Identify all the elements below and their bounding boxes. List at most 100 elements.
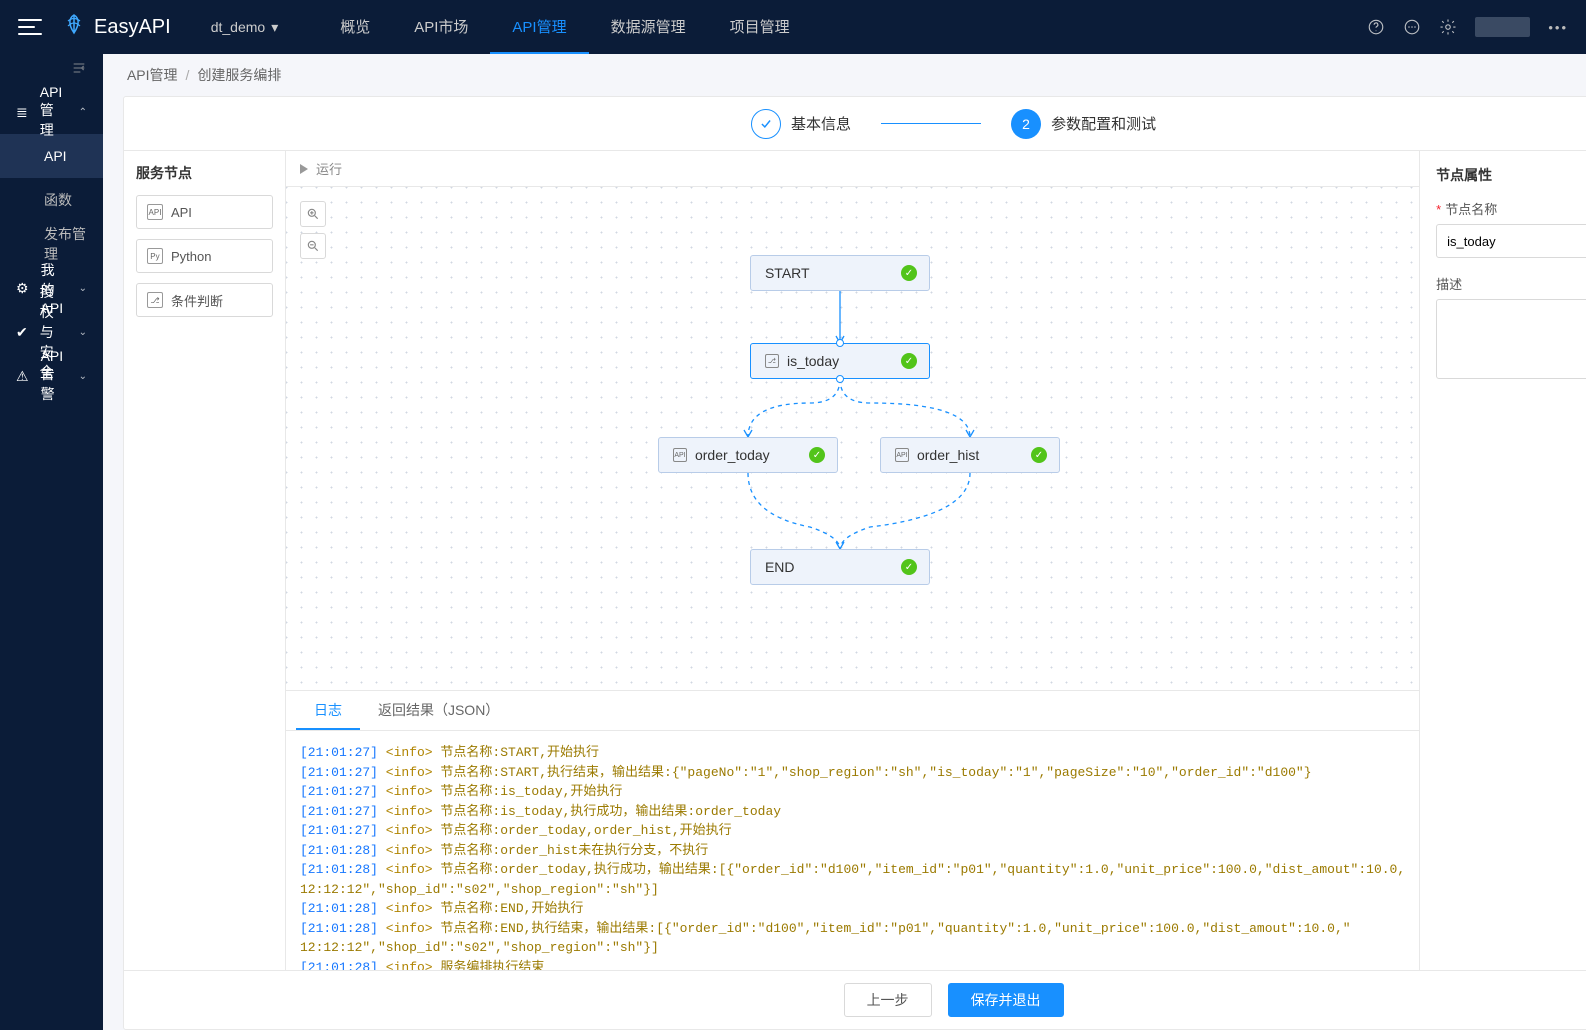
log-line-0: [21:01:27] <info> 节点名称:START,开始执行 bbox=[300, 743, 1405, 763]
brand-text: EasyAPI bbox=[94, 16, 171, 39]
check-icon bbox=[751, 109, 781, 139]
log-line-9: [21:01:28] <info> 服务编排执行结束 bbox=[300, 958, 1405, 971]
log-area[interactable]: [21:01:27] <info> 节点名称:START,开始执行[21:01:… bbox=[286, 731, 1419, 970]
breadcrumb-sep: / bbox=[186, 67, 190, 83]
bottom-tabs: 日志返回结果（JSON） bbox=[286, 691, 1419, 731]
brand: EasyAPI bbox=[62, 12, 171, 42]
branch-icon: ⎇ bbox=[147, 292, 163, 308]
chevron-down-icon: ⌄ bbox=[79, 327, 87, 338]
palette-item-2[interactable]: ⎇条件判断 bbox=[136, 283, 273, 317]
step-divider bbox=[881, 123, 981, 124]
breadcrumb-root[interactable]: API管理 bbox=[127, 65, 178, 85]
workspace: 服务节点 APIAPIPyPython⎇条件判断 运行 bbox=[124, 151, 1586, 971]
nav-tab-4[interactable]: 项目管理 bbox=[708, 0, 812, 54]
save-button[interactable]: 保存并退出 bbox=[948, 983, 1064, 1017]
project-select[interactable]: dt_demo ▾ bbox=[211, 19, 279, 36]
node-name-label: *节点名称 bbox=[1436, 199, 1586, 218]
alert-icon: ⚠ bbox=[16, 368, 29, 384]
log-line-7: [21:01:28] <info> 节点名称:END,开始执行 bbox=[300, 899, 1405, 919]
log-line-8: [21:01:28] <info> 节点名称:END,执行结束，输出结果:[{"… bbox=[300, 919, 1405, 939]
step-2[interactable]: 2 参数配置和测试 bbox=[1011, 109, 1156, 139]
gear-icon: ⚙ bbox=[16, 280, 29, 296]
nav-tab-0[interactable]: 概览 bbox=[318, 0, 392, 54]
nav-tab-3[interactable]: 数据源管理 bbox=[589, 0, 708, 54]
sidebar-item-0-1[interactable]: 函数 bbox=[0, 178, 103, 222]
settings-icon[interactable] bbox=[1439, 18, 1457, 36]
api-icon: API bbox=[147, 204, 163, 220]
success-icon bbox=[1031, 447, 1047, 463]
node-is_today[interactable]: ⎇is_today bbox=[750, 343, 930, 379]
breadcrumb-current: 创建服务编排 bbox=[197, 65, 281, 85]
log-line-6-cont: 12:12:12","shop_id":"s02","shop_region":… bbox=[300, 880, 1405, 900]
chat-icon[interactable] bbox=[1403, 18, 1421, 36]
footer: 上一步 保存并退出 bbox=[124, 971, 1586, 1029]
sidebar-item-0-0[interactable]: API bbox=[0, 134, 103, 178]
chevron-up-icon: ⌃ bbox=[79, 107, 87, 118]
more-icon[interactable]: ••• bbox=[1548, 20, 1568, 35]
palette-item-0[interactable]: APIAPI bbox=[136, 195, 273, 229]
log-line-2: [21:01:27] <info> 节点名称:is_today,开始执行 bbox=[300, 782, 1405, 802]
step-1-label: 基本信息 bbox=[791, 113, 851, 134]
stack-icon: ≣ bbox=[16, 104, 28, 120]
user-avatar[interactable] bbox=[1475, 17, 1530, 37]
success-icon bbox=[901, 265, 917, 281]
breadcrumb: API管理 / 创建服务编排 bbox=[103, 54, 1586, 96]
bottom-tab-1[interactable]: 返回结果（JSON） bbox=[360, 691, 517, 730]
nav-tab-1[interactable]: API市场 bbox=[392, 0, 490, 54]
log-line-4: [21:01:27] <info> 节点名称:order_today,order… bbox=[300, 821, 1405, 841]
log-line-5: [21:01:28] <info> 节点名称:order_hist未在执行分支，… bbox=[300, 841, 1405, 861]
bottom-tab-0[interactable]: 日志 bbox=[296, 691, 360, 730]
node-desc-input[interactable] bbox=[1436, 299, 1586, 379]
zoom-controls bbox=[300, 201, 326, 259]
log-line-1: [21:01:27] <info> 节点名称:START,执行结束，输出结果:{… bbox=[300, 763, 1405, 783]
sidebar-group-3[interactable]: ⚠API告警⌄ bbox=[0, 354, 103, 398]
canvas-area: 运行 START ⎇is_today APIorder_today APIorder_… bbox=[286, 151, 1419, 970]
step-2-badge: 2 bbox=[1011, 109, 1041, 139]
nav-tab-2[interactable]: API管理 bbox=[490, 0, 588, 54]
api-icon: API bbox=[673, 448, 687, 462]
sidebar-group-0[interactable]: ≣API管理⌃ bbox=[0, 90, 103, 134]
shield-icon: ✔ bbox=[16, 324, 28, 340]
success-icon bbox=[901, 559, 917, 575]
prev-button[interactable]: 上一步 bbox=[844, 983, 932, 1017]
help-icon[interactable] bbox=[1367, 18, 1385, 36]
node-name-input[interactable] bbox=[1436, 224, 1586, 258]
palette-title: 服务节点 bbox=[136, 163, 273, 183]
canvas[interactable]: START ⎇is_today APIorder_today APIorder_his… bbox=[286, 187, 1419, 690]
run-label[interactable]: 运行 bbox=[316, 159, 342, 178]
topbar: EasyAPI dt_demo ▾ 概览API市场API管理数据源管理项目管理 … bbox=[0, 0, 1586, 54]
chevron-down-icon: ⌄ bbox=[79, 283, 87, 294]
brand-logo-icon bbox=[62, 12, 86, 42]
log-line-3: [21:01:27] <info> 节点名称:is_today,执行成功，输出结… bbox=[300, 802, 1405, 822]
node-start[interactable]: START bbox=[750, 255, 930, 291]
menu-toggle-icon[interactable] bbox=[18, 15, 42, 39]
nav-tabs: 概览API市场API管理数据源管理项目管理 bbox=[318, 0, 811, 54]
property-panel: 节点属性 *节点名称 描述 bbox=[1419, 151, 1586, 970]
api-icon: API bbox=[895, 448, 909, 462]
step-2-label: 参数配置和测试 bbox=[1051, 113, 1156, 134]
content: API管理 / 创建服务编排 基本信息 2 参数配置和测试 bbox=[103, 54, 1586, 1030]
stepper: 基本信息 2 参数配置和测试 bbox=[124, 97, 1586, 151]
success-icon bbox=[901, 353, 917, 369]
log-line-8-cont: 12:12:12","shop_id":"s02","shop_region":… bbox=[300, 938, 1405, 958]
play-icon[interactable] bbox=[300, 164, 308, 174]
canvas-toolbar: 运行 bbox=[286, 151, 1419, 187]
success-icon bbox=[809, 447, 825, 463]
branch-icon: ⎇ bbox=[765, 354, 779, 368]
palette: 服务节点 APIAPI PyPython ⎇条件判断 bbox=[124, 151, 286, 970]
caret-down-icon: ▾ bbox=[271, 19, 278, 36]
node-order_hist[interactable]: APIorder_hist bbox=[880, 437, 1060, 473]
project-name: dt_demo bbox=[211, 19, 265, 35]
zoom-out-icon[interactable] bbox=[300, 233, 326, 259]
step-1[interactable]: 基本信息 bbox=[751, 109, 851, 139]
main-card: 基本信息 2 参数配置和测试 服务节点 APIAPIPyPython⎇条件判断 bbox=[123, 96, 1586, 1030]
chevron-down-icon: ⌄ bbox=[79, 371, 87, 382]
property-panel-title: 节点属性 bbox=[1436, 165, 1586, 185]
topbar-actions: ••• bbox=[1367, 17, 1568, 37]
zoom-in-icon[interactable] bbox=[300, 201, 326, 227]
node-end[interactable]: END bbox=[750, 549, 930, 585]
node-desc-label: 描述 bbox=[1436, 274, 1586, 293]
sidebar-collapse-icon[interactable] bbox=[0, 60, 103, 90]
palette-item-1[interactable]: PyPython bbox=[136, 239, 273, 273]
node-order_today[interactable]: APIorder_today bbox=[658, 437, 838, 473]
